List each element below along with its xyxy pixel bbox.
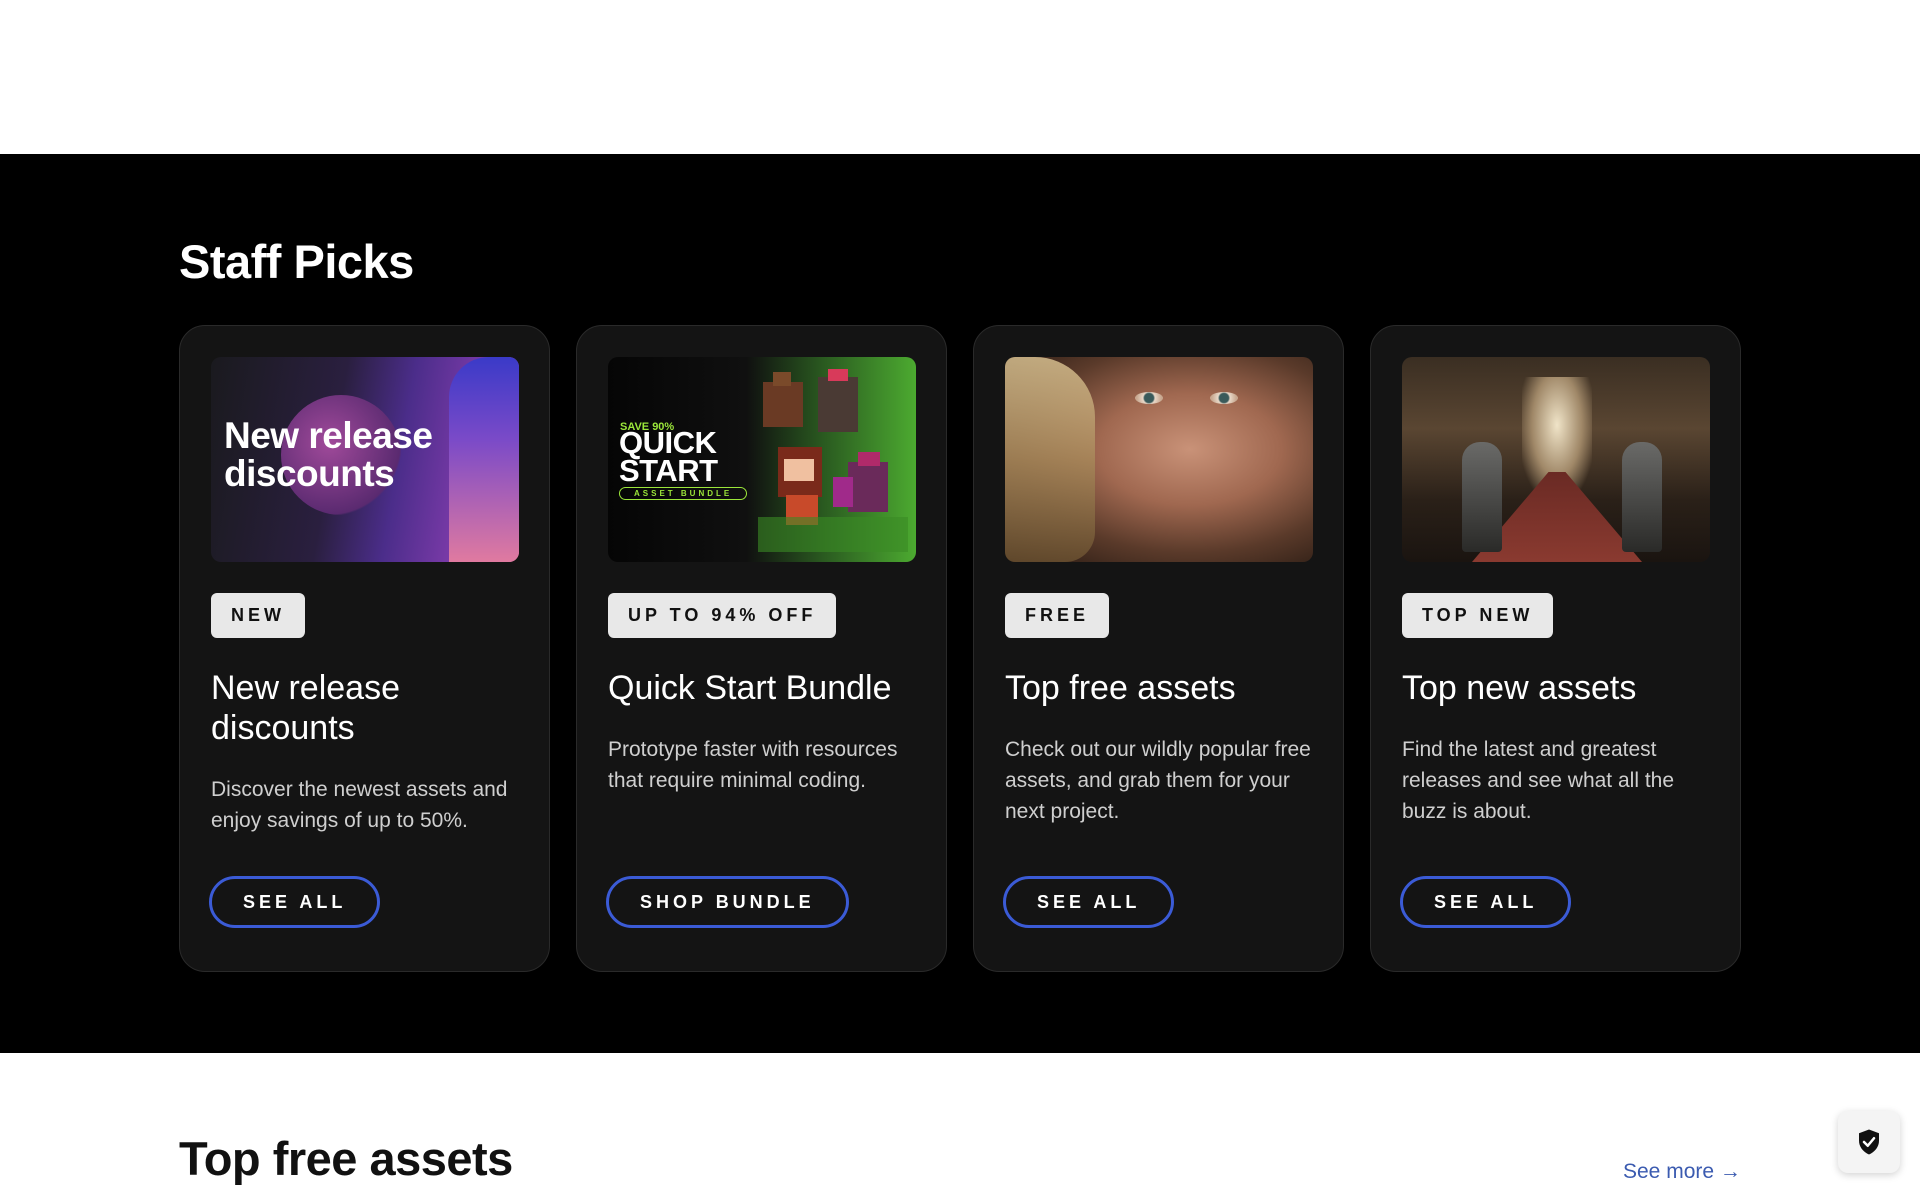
card-description: Prototype faster with resources that req… [608,738,898,792]
top-spacer [0,0,1920,154]
image-hair-decoration [1005,357,1095,562]
card-description: Check out our wildly popular free assets… [1005,738,1311,823]
card-quick-start-bundle: SAVE 90% QUICK START ASSET BUNDLE UP TO … [576,325,947,972]
image-eye-left [1135,392,1163,404]
card-badge: NEW [211,593,305,638]
card-title: Top new assets [1402,669,1637,707]
shop-bundle-button[interactable]: SHOP BUNDLE [606,876,849,928]
top-free-assets-title: Top free assets [179,1132,513,1185]
top-free-assets-image[interactable] [1005,357,1313,562]
image-overlay-text: New release discounts [224,415,433,494]
card-title: Top free assets [1005,669,1236,707]
pixel-characters-illustration [758,369,908,552]
top-new-assets-image[interactable] [1402,357,1710,562]
shield-check-icon [1859,1129,1879,1155]
card-badge: FREE [1005,593,1110,638]
see-all-button[interactable]: SEE ALL [209,876,381,928]
card-top-free-assets: FREE Top free assets Check out our wildl… [973,325,1344,972]
see-all-button[interactable]: SEE ALL [1400,876,1572,928]
card-description: Discover the newest assets and enjoy sav… [211,778,508,832]
see-more-link[interactable]: See more → [1623,1160,1741,1184]
card-badge: UP TO 94% OFF [608,593,837,638]
quick-start-bundle-image[interactable]: SAVE 90% QUICK START ASSET BUNDLE [608,357,916,562]
privacy-settings-button[interactable] [1838,1111,1900,1173]
staff-picks-title: Staff Picks [179,235,414,288]
see-all-button[interactable]: SEE ALL [1003,876,1175,928]
card-top-new-assets: TOP NEW Top new assets Find the latest a… [1370,325,1741,972]
card-title: Quick Start Bundle [608,669,892,707]
image-statue-left [1462,442,1502,552]
card-badge: TOP NEW [1402,593,1554,638]
image-title-text: QUICK START [619,425,718,488]
staff-picks-section: Staff Picks New release discounts NEW Ne… [0,154,1920,1053]
new-release-discounts-image[interactable]: New release discounts [211,357,519,562]
image-eye-right [1210,392,1238,404]
staff-picks-cards: New release discounts NEW New release di… [179,325,1741,972]
card-title: New release discounts [211,669,400,747]
image-pill-text: ASSET BUNDLE [619,487,748,500]
card-new-release-discounts: New release discounts NEW New release di… [179,325,550,972]
card-description: Find the latest and greatest releases an… [1402,738,1675,823]
image-statue-right [1622,442,1662,552]
top-free-assets-section: Top free assets See more → [0,1053,1920,1200]
